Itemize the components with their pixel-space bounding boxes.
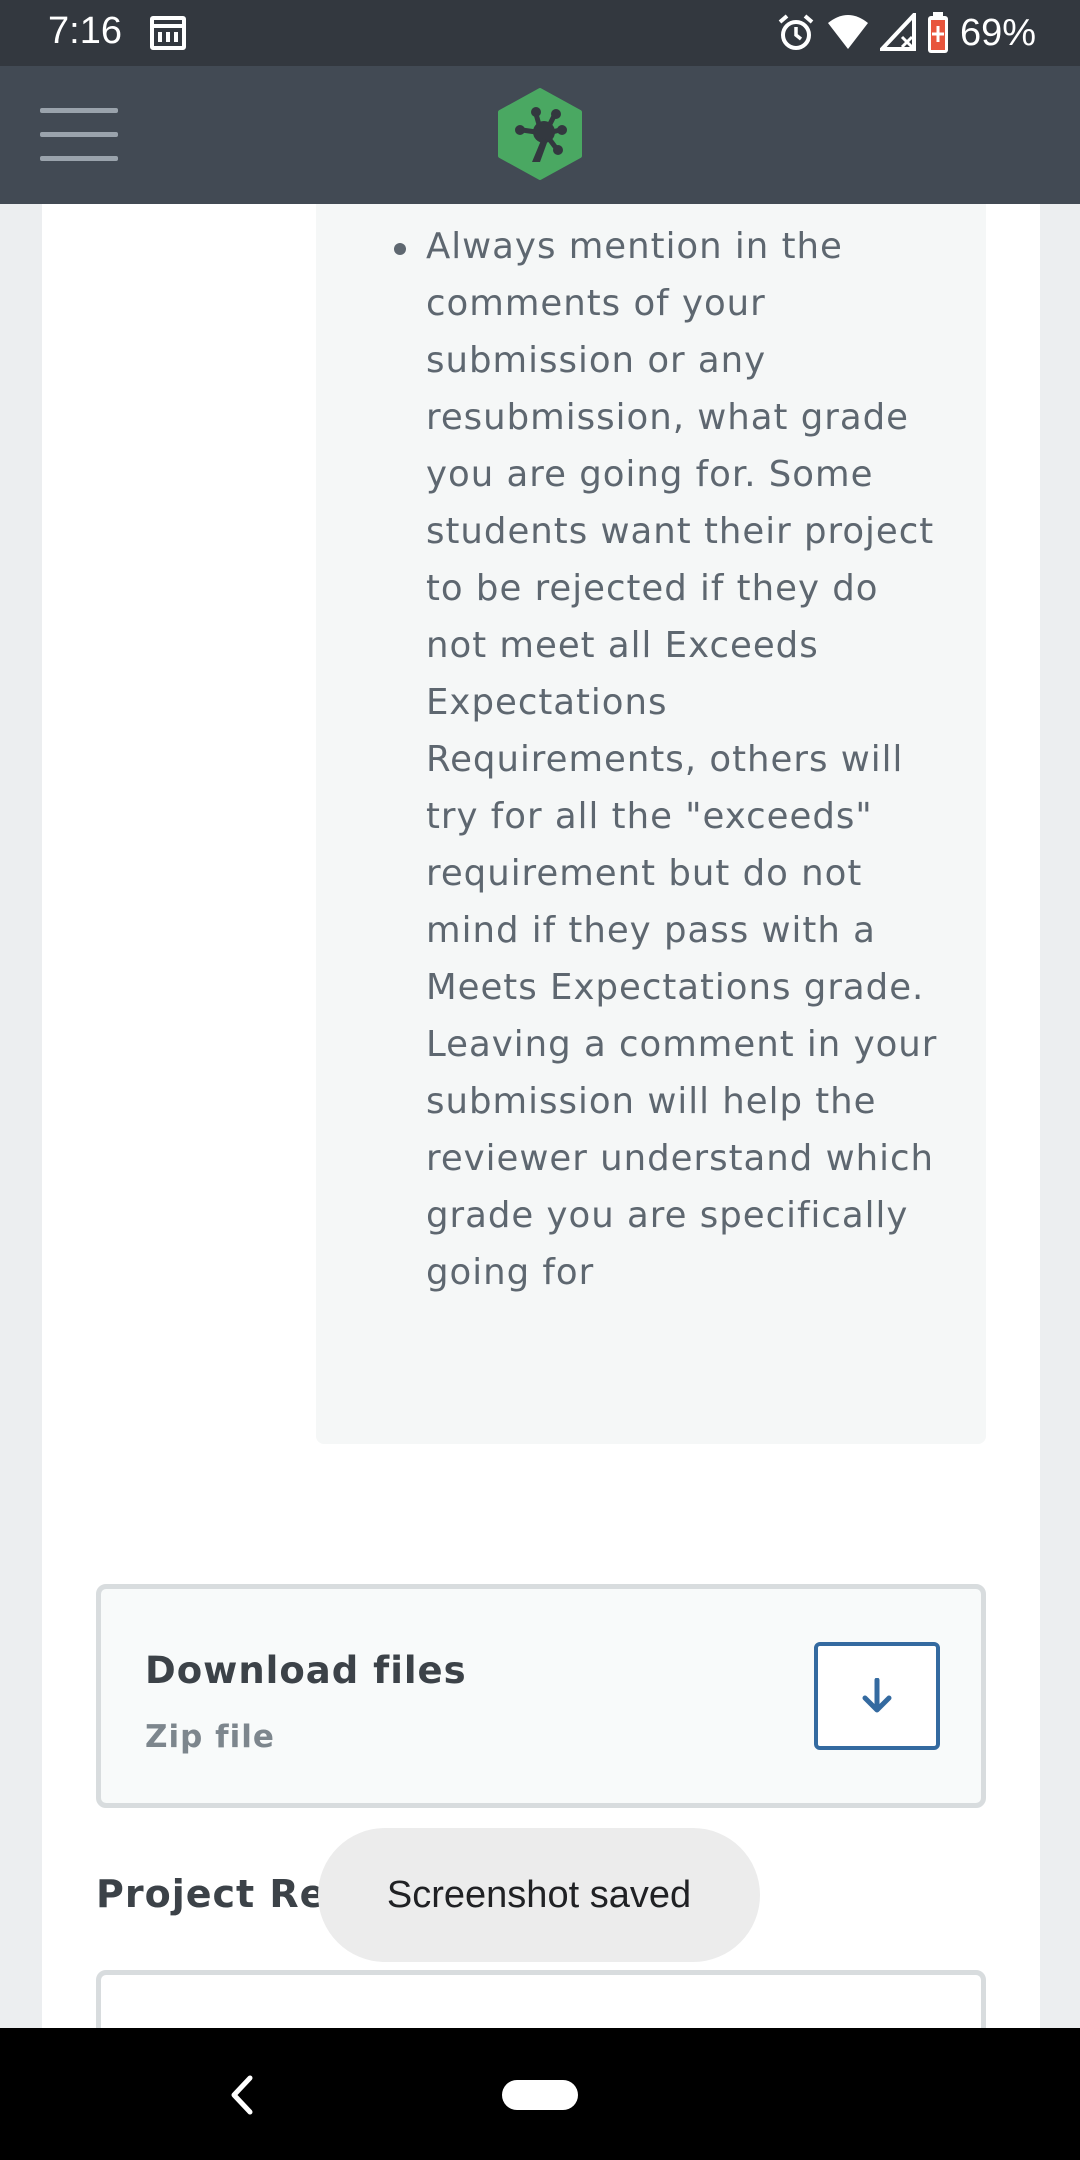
- hamburger-menu-icon[interactable]: [40, 106, 118, 166]
- status-bar: 7:16 69%: [0, 0, 1080, 66]
- status-time: 7:16: [48, 10, 122, 52]
- instruction-list: Always mention in the comments of your s…: [394, 218, 946, 1301]
- signal-icon: [879, 13, 916, 51]
- project-content: Always mention in the comments of your s…: [42, 204, 1040, 2028]
- toast-message: Screenshot saved: [318, 1828, 760, 1962]
- project-resources-card[interactable]: [96, 1970, 986, 2028]
- home-pill-icon[interactable]: [502, 2080, 578, 2110]
- download-title: Download files: [145, 1649, 467, 1692]
- treehouse-logo-icon[interactable]: [496, 88, 584, 180]
- battery-percent: 69%: [959, 11, 1036, 54]
- download-file-type: Zip file: [145, 1719, 275, 1755]
- instruction-text: Always mention in the comments of your s…: [426, 226, 938, 1293]
- download-files-card: Download files Zip file: [96, 1584, 986, 1808]
- alarm-icon: [778, 14, 814, 50]
- navigation-bar: [0, 2028, 1080, 2160]
- back-chevron-icon[interactable]: [222, 2072, 262, 2118]
- app-header: [0, 66, 1080, 204]
- status-icons: 69%: [776, 8, 1036, 58]
- battery-icon: [927, 12, 948, 53]
- calendar-icon: [150, 16, 186, 50]
- bullet-icon: [394, 243, 406, 255]
- list-item: Always mention in the comments of your s…: [394, 218, 946, 1301]
- wifi-icon: [827, 15, 868, 49]
- instruction-note: Always mention in the comments of your s…: [316, 204, 986, 1444]
- download-button[interactable]: [814, 1642, 940, 1750]
- arrow-down-icon: [862, 1678, 892, 1713]
